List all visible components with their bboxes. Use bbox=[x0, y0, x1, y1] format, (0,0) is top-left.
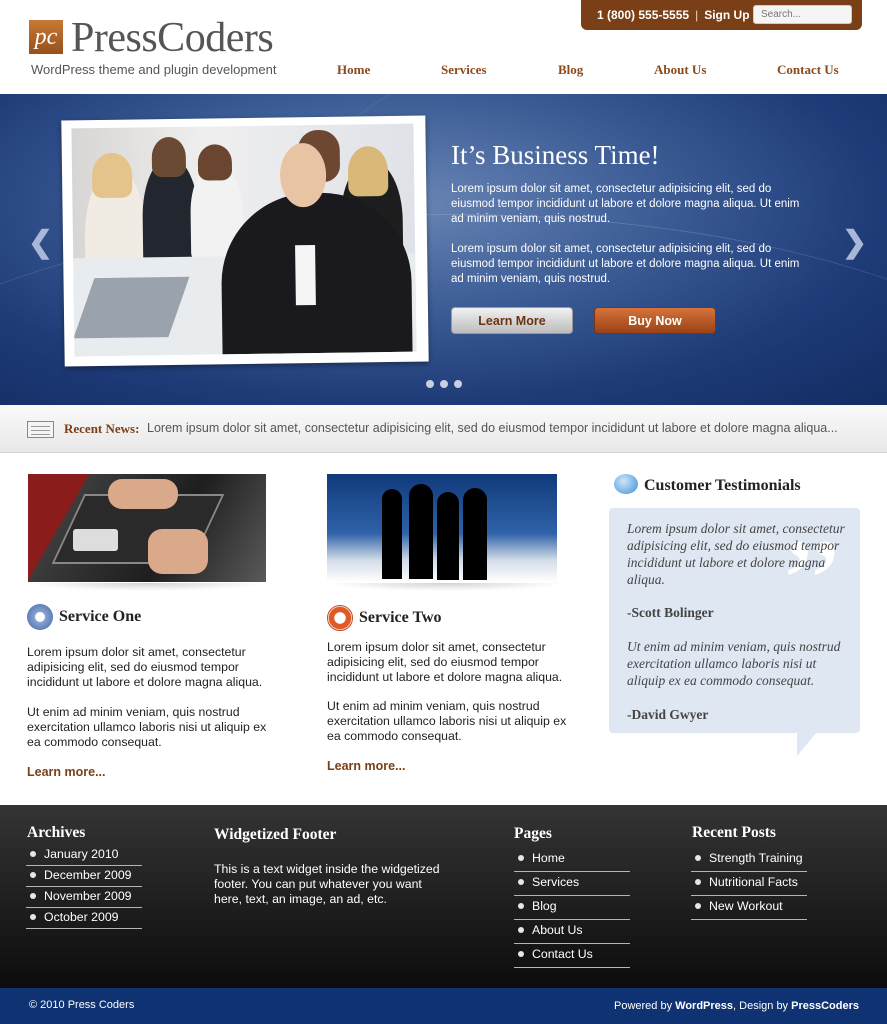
archives-list: January 2010 December 2009 November 2009… bbox=[26, 845, 142, 929]
credits: Powered by WordPress, Design by PressCod… bbox=[614, 1000, 859, 1012]
nav-blog[interactable]: Blog bbox=[558, 62, 583, 78]
hero-photo bbox=[71, 123, 417, 357]
newspaper-icon bbox=[27, 421, 54, 438]
nav-services[interactable]: Services bbox=[441, 62, 486, 78]
nav-contact-us[interactable]: Contact Us bbox=[777, 62, 839, 78]
hero-title: It’s Business Time! bbox=[451, 140, 660, 170]
hero-paragraph: Lorem ipsum dolor sit amet, consectetur … bbox=[451, 183, 800, 225]
pages-title: Pages bbox=[514, 825, 552, 842]
nav-home[interactable]: Home bbox=[337, 62, 370, 78]
archives-title: Archives bbox=[27, 824, 86, 841]
recent-posts-list: Strength Training Nutritional Facts New … bbox=[691, 848, 807, 920]
site-tagline: WordPress theme and plugin development bbox=[31, 62, 277, 77]
hero-slider: It’s Business Time! Lorem ipsum dolor si… bbox=[0, 94, 887, 405]
pages-list: Home Services Blog About Us Contact Us bbox=[514, 848, 630, 968]
copyright: © 2010 Press Coders bbox=[29, 999, 135, 1011]
footer-page-link[interactable]: About Us bbox=[514, 920, 630, 944]
speech-bubble-icon bbox=[614, 474, 638, 494]
chevron-left-icon[interactable]: ❮ bbox=[28, 228, 53, 258]
gear-icon bbox=[27, 604, 53, 630]
service-two-learn-more-link[interactable]: Learn more... bbox=[327, 759, 406, 773]
top-utility-bar: 1 (800) 555-5555 | Sign Up bbox=[581, 0, 862, 30]
image-shadow bbox=[28, 583, 266, 591]
service-two-title: Service Two bbox=[359, 609, 442, 626]
learn-more-button[interactable]: Learn More bbox=[451, 307, 573, 334]
wordpress-link[interactable]: WordPress bbox=[675, 1000, 733, 1012]
news-label: Recent News: bbox=[64, 421, 140, 436]
footer-page-link[interactable]: Blog bbox=[514, 896, 630, 920]
footer-page-link[interactable]: Services bbox=[514, 872, 630, 896]
service-two-text: Lorem ipsum dolor sit amet, consectetur … bbox=[327, 640, 563, 684]
recent-post-link[interactable]: New Workout bbox=[691, 896, 807, 920]
news-ticker-text[interactable]: Lorem ipsum dolor sit amet, consectetur … bbox=[147, 421, 838, 435]
signup-link[interactable]: Sign Up bbox=[704, 8, 749, 22]
archive-link[interactable]: December 2009 bbox=[26, 866, 142, 887]
hero-photo-frame bbox=[61, 115, 429, 367]
widget-text: This is a text widget inside the widgeti… bbox=[214, 862, 440, 906]
search-input[interactable] bbox=[753, 5, 852, 24]
recent-news-bar: Recent News: Lorem ipsum dolor sit amet,… bbox=[0, 405, 887, 453]
divider: | bbox=[695, 8, 699, 22]
footer-page-link[interactable]: Home bbox=[514, 848, 630, 872]
buy-now-button[interactable]: Buy Now bbox=[594, 307, 716, 334]
testimonial-quote: Lorem ipsum dolor sit amet, consectetur … bbox=[627, 521, 845, 587]
slider-dots bbox=[426, 380, 462, 388]
service-two-image bbox=[327, 474, 557, 582]
slider-dot[interactable] bbox=[426, 380, 434, 388]
site-header: pc PressCoders WordPress theme and plugi… bbox=[0, 0, 887, 94]
lifebuoy-icon bbox=[327, 605, 353, 631]
logo-mark: pc bbox=[29, 20, 63, 54]
slider-dot[interactable] bbox=[454, 380, 462, 388]
archive-link[interactable]: October 2009 bbox=[26, 908, 142, 929]
nav-about-us[interactable]: About Us bbox=[654, 62, 706, 78]
widget-title: Widgetized Footer bbox=[214, 826, 337, 843]
slider-dot[interactable] bbox=[440, 380, 448, 388]
testimonials-box-tail bbox=[797, 732, 817, 756]
bottom-bar: © 2010 Press Coders Powered by WordPress… bbox=[0, 988, 887, 1024]
service-one-learn-more-link[interactable]: Learn more... bbox=[27, 765, 106, 779]
image-shadow bbox=[327, 583, 565, 591]
testimonials-title: Customer Testimonials bbox=[644, 477, 801, 494]
recent-post-link[interactable]: Nutritional Facts bbox=[691, 872, 807, 896]
hero-paragraph: Lorem ipsum dolor sit amet, consectetur … bbox=[451, 243, 800, 285]
service-one-text: Ut enim ad minim veniam, quis nostrud ex… bbox=[27, 705, 267, 749]
archive-link[interactable]: November 2009 bbox=[26, 887, 142, 908]
site-logo[interactable]: pc PressCoders bbox=[29, 15, 274, 61]
service-two-text: Ut enim ad minim veniam, quis nostrud ex… bbox=[327, 699, 567, 743]
phone-number: 1 (800) 555-5555 bbox=[597, 8, 690, 22]
recent-posts-title: Recent Posts bbox=[692, 824, 776, 841]
logo-name: PressCoders bbox=[71, 15, 274, 61]
main-nav: Home Services Blog About Us Contact Us bbox=[320, 62, 860, 80]
presscoders-link[interactable]: PressCoders bbox=[791, 1000, 859, 1012]
testimonial-author: -Scott Bolinger bbox=[627, 605, 714, 620]
testimonial-quote: Ut enim ad minim veniam, quis nostrud ex… bbox=[627, 639, 841, 688]
design-by-label: , Design by bbox=[733, 1000, 792, 1012]
footer-page-link[interactable]: Contact Us bbox=[514, 944, 630, 968]
testimonial-author: -David Gwyer bbox=[627, 707, 709, 722]
service-one-image bbox=[28, 474, 266, 582]
powered-by-label: Powered by bbox=[614, 1000, 676, 1012]
recent-post-link[interactable]: Strength Training bbox=[691, 848, 807, 872]
chevron-right-icon[interactable]: ❯ bbox=[842, 228, 867, 258]
service-one-title: Service One bbox=[59, 608, 142, 625]
archive-link[interactable]: January 2010 bbox=[26, 845, 142, 866]
service-one-text: Lorem ipsum dolor sit amet, consectetur … bbox=[27, 645, 263, 689]
